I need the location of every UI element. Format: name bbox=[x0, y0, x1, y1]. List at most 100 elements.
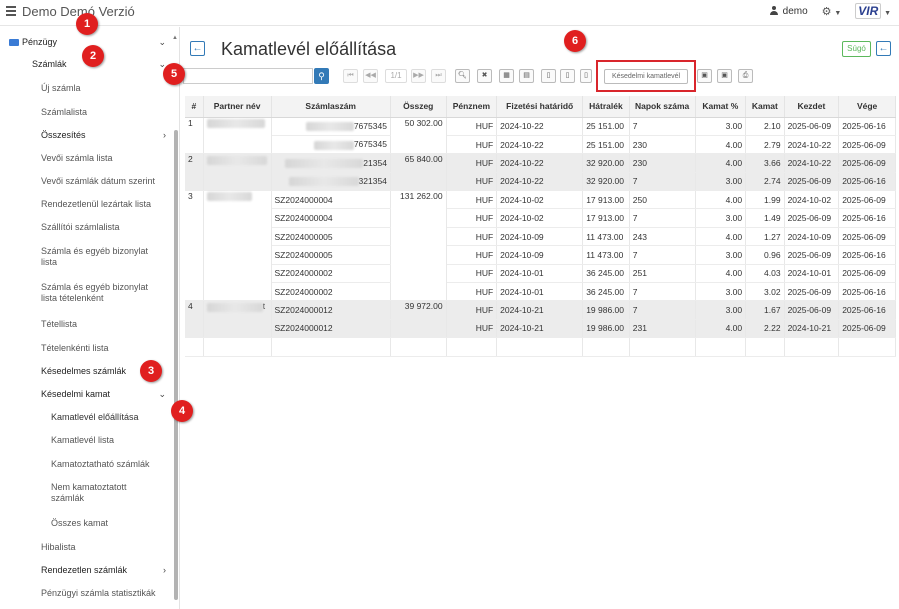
cell-kamat-pct: 4.00 bbox=[695, 153, 747, 173]
col-header-vege[interactable]: Vége bbox=[838, 96, 896, 118]
logo-menu[interactable]: VIR ▼ bbox=[855, 3, 891, 19]
table-row[interactable]: SZ2024000002 HUF 2024-10-01 36 245.00 7 3.00 3… bbox=[185, 282, 896, 302]
table-row[interactable]: SZ2024000002 HUF 2024-10-01 36 245.00 251 4.0… bbox=[185, 264, 896, 284]
cell-kamat-pct: 4.00 bbox=[695, 264, 747, 284]
settings-menu[interactable]: ⚙ ▼ bbox=[822, 5, 842, 18]
highlight-box bbox=[596, 60, 696, 92]
table-row[interactable]: 3 SZ2024000004 131 262.00 HUF 2024-10-02 17 9… bbox=[185, 190, 896, 302]
cell-vege: 2025-06-09 bbox=[838, 153, 896, 173]
invoice-number: SZ2024000004 bbox=[274, 194, 333, 205]
empty-cell bbox=[838, 337, 896, 357]
sidebar-item-kamatlevel-lista[interactable]: Kamatlevél lista bbox=[51, 435, 223, 446]
table-row-empty bbox=[185, 337, 896, 357]
table-row[interactable]: SZ2024000004 HUF 2024-10-02 17 913.00 7 3.00 1… bbox=[185, 208, 896, 228]
col-header-hatralek[interactable]: Hátralék bbox=[582, 96, 630, 118]
cell-kamat: 2.10 bbox=[745, 117, 785, 136]
help-button[interactable]: Súgó bbox=[842, 41, 871, 57]
table-row[interactable]: 2 21354 65 840.00 HUF 2024-10-22 32 920.00 230… bbox=[185, 153, 896, 192]
col-header-kamat-pct[interactable]: Kamat % bbox=[695, 96, 747, 118]
cell-napok-szama: 7 bbox=[629, 117, 696, 136]
last-page-button[interactable]: ⏭ bbox=[431, 69, 446, 83]
sidebar-item-kesedelmi-kamat[interactable]: Késedelmi kamat ⌄ bbox=[41, 389, 172, 400]
table-row[interactable]: SZ2024000005 HUF 2024-10-09 11 473.00 243 4.0… bbox=[185, 227, 896, 247]
close-icon: ✖ bbox=[481, 72, 488, 79]
cell-kamat: 0.96 bbox=[745, 245, 785, 265]
search-button[interactable]: ⚲ bbox=[314, 68, 329, 84]
col-header-kamat[interactable]: Kamat bbox=[745, 96, 785, 118]
cell-vege: 2025-06-16 bbox=[838, 208, 896, 228]
cell-kezdet: 2025-06-09 bbox=[784, 282, 840, 302]
zoom-search-button[interactable]: 🔍︎ bbox=[455, 69, 470, 83]
cell-kamat-pct: 3.00 bbox=[695, 282, 747, 302]
scroll-up-icon[interactable]: ▲ bbox=[172, 35, 178, 41]
col-header-partner[interactable]: Partner név bbox=[203, 96, 272, 118]
table-row[interactable]: 4 t SZ2024000012 39 972.00 HUF 2024-10-21 19 9… bbox=[185, 300, 896, 339]
sidebar-item-kamatoztathato[interactable]: Kamatoztatható számlák bbox=[51, 459, 223, 470]
prev-page-button[interactable]: ◀◀ bbox=[363, 69, 378, 83]
first-page-button[interactable]: ⏮ bbox=[343, 69, 358, 83]
next-page-button[interactable]: ▶▶ bbox=[411, 69, 426, 83]
clear-filter-button[interactable]: ✖ bbox=[477, 69, 492, 83]
document-icon: ▯ bbox=[565, 72, 570, 79]
callout-marker: 5 bbox=[163, 63, 185, 85]
sidebar-item-kesedelmes-szamlak[interactable]: Késedelmes számlák bbox=[41, 366, 213, 377]
cell-hatralek: 11 473.00 bbox=[582, 245, 630, 265]
col-header-szamlaszam[interactable]: Számlaszám bbox=[271, 96, 391, 118]
back-button[interactable]: ← bbox=[190, 41, 205, 56]
print-list-button[interactable]: ▤ bbox=[519, 69, 534, 83]
cell-szamlaszam: SZ2024000002 bbox=[271, 264, 391, 284]
document-3-button[interactable]: ▯ bbox=[580, 69, 592, 83]
sidebar-item-hibalista[interactable]: Hibalista bbox=[41, 542, 213, 553]
table-row[interactable]: 1 7675345 50 302.00 HUF 2024-10-22 25 151.00 7… bbox=[185, 117, 896, 155]
chevron-right-icon: › bbox=[163, 565, 166, 575]
calculator-button[interactable]: ▦ bbox=[499, 69, 514, 83]
export-button[interactable]: ▣ bbox=[697, 69, 712, 83]
back-button-right[interactable]: ← bbox=[876, 41, 891, 56]
cell-napok-szama: 7 bbox=[629, 245, 696, 265]
sidebar-scrollbar[interactable] bbox=[174, 130, 178, 600]
cell-kamat: 3.02 bbox=[745, 282, 785, 302]
invoice-number: SZ2024000004 bbox=[274, 213, 333, 224]
cell-kamat: 1.27 bbox=[745, 227, 785, 247]
col-header-fizetesi-hatarido[interactable]: Fizetési határidő bbox=[496, 96, 584, 118]
export-2-button[interactable]: ▣ bbox=[717, 69, 732, 83]
print-button[interactable]: ⎙ bbox=[738, 69, 753, 83]
hamburger-menu-icon[interactable] bbox=[6, 6, 16, 16]
sidebar-item-nem-kamatoztatott[interactable]: Nem kamatoztatott számlák bbox=[51, 482, 161, 504]
sidebar-item-szamla-bizonylat-tetelenkent[interactable]: Számla és egyéb bizonylat lista tételenk… bbox=[41, 282, 166, 304]
cell-penznem: HUF bbox=[446, 172, 498, 192]
cell-hatralek: 32 920.00 bbox=[582, 153, 630, 173]
sidebar-item-kamatlevel-eloallitasa[interactable]: Kamatlevél előállítása bbox=[51, 412, 223, 423]
table-row[interactable]: 321354 HUF 2024-10-22 32 920.00 7 3.00 2.74 202… bbox=[185, 172, 896, 192]
cell-hatralek: 25 151.00 bbox=[582, 135, 630, 155]
empty-cell bbox=[745, 337, 785, 357]
table-row[interactable]: 7675345 HUF 2024-10-22 25 151.00 230 4.00 2.79… bbox=[185, 135, 896, 155]
cell-kamat-pct: 4.00 bbox=[695, 227, 747, 247]
sidebar-item-rendezetlen-szamlak[interactable]: Rendezetlen számlák › bbox=[41, 565, 172, 576]
cell-hatralek: 11 473.00 bbox=[582, 227, 630, 247]
col-header-num[interactable]: # bbox=[185, 96, 204, 118]
col-header-osszeg[interactable]: Összeg bbox=[390, 96, 447, 118]
sidebar-item-szamla-bizonylat-lista[interactable]: Számla és egyéb bizonylat lista bbox=[41, 246, 166, 268]
cell-szamlaszam: 21354 bbox=[271, 153, 391, 173]
chevron-down-icon: ⌄ bbox=[158, 389, 166, 399]
col-header-penznem[interactable]: Pénznem bbox=[446, 96, 498, 118]
col-header-napok-szama[interactable]: Napok száma bbox=[629, 96, 696, 118]
sidebar-item-label: Összesítés bbox=[41, 130, 86, 140]
cell-szamlaszam: 7675345 bbox=[271, 135, 391, 155]
cell-napok-szama: 250 bbox=[629, 190, 696, 210]
table-row[interactable]: SZ2024000012 HUF 2024-10-21 19 986.00 231 4.0… bbox=[185, 319, 896, 339]
document-button[interactable]: ▯ bbox=[541, 69, 556, 83]
search-input[interactable] bbox=[183, 68, 313, 84]
export-icon: ▣ bbox=[701, 72, 708, 79]
sidebar: Pénzügy ⌄ Számlák ⌄ Új számla Számlalist… bbox=[0, 27, 180, 609]
sidebar-item-penzugyi-statisztikak[interactable]: Pénzügyi számla statisztikák bbox=[41, 588, 213, 599]
cell-szamlaszam: SZ2024000004 bbox=[271, 190, 391, 210]
col-header-kezdet[interactable]: Kezdet bbox=[784, 96, 840, 118]
table-row[interactable]: SZ2024000005 HUF 2024-10-09 11 473.00 7 3.00 0… bbox=[185, 245, 896, 265]
sidebar-item-osszes-kamat[interactable]: Összes kamat bbox=[51, 518, 223, 529]
sidebar-item-osszesites[interactable]: Összesítés › bbox=[41, 130, 172, 141]
user-menu[interactable]: demo bbox=[769, 6, 808, 17]
document-2-button[interactable]: ▯ bbox=[560, 69, 575, 83]
sidebar-item-uj-szamla[interactable]: Új számla bbox=[41, 83, 213, 94]
